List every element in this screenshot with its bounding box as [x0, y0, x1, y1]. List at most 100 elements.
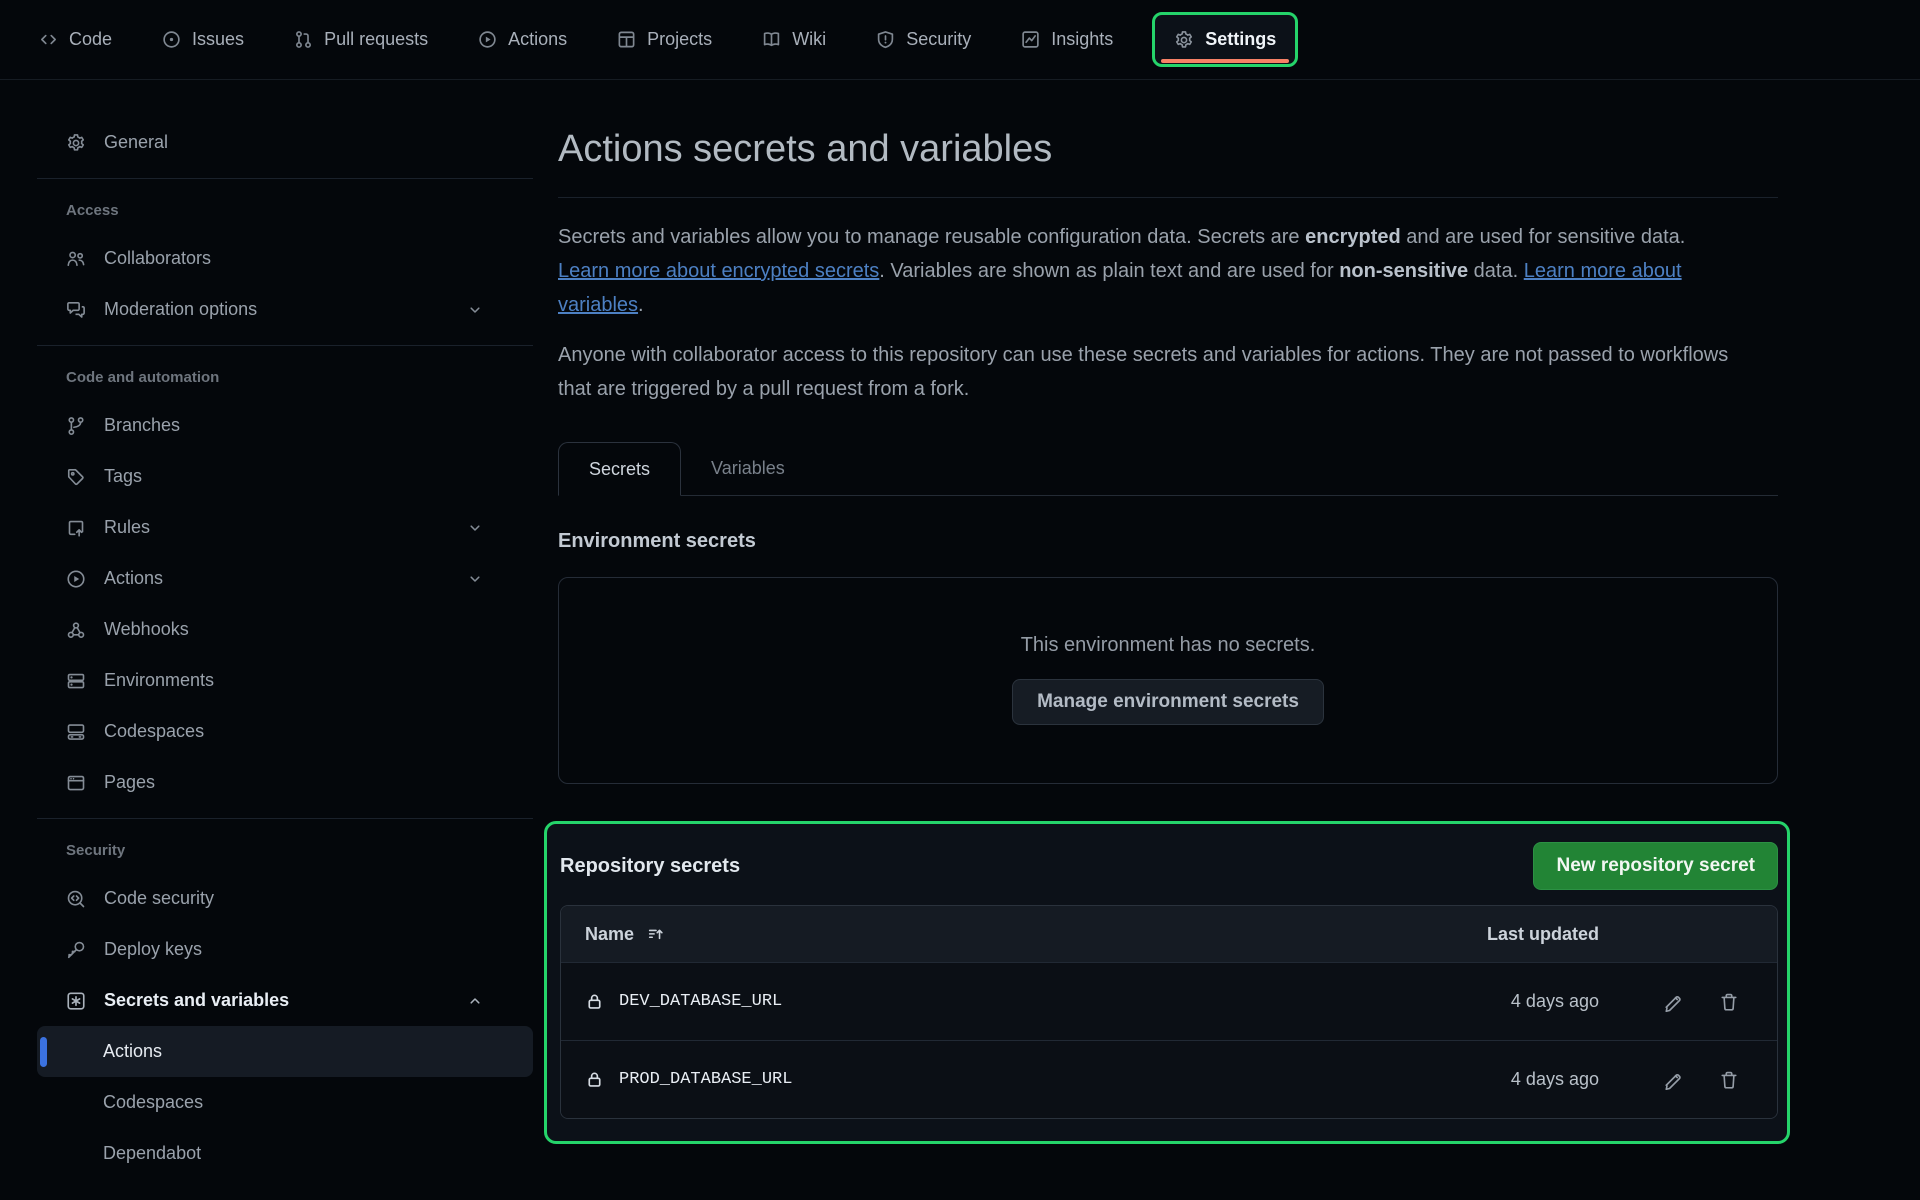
description-text: Secrets and variables allow you to manag… [558, 226, 1305, 248]
sidebar-item-label: Rules [104, 517, 150, 538]
codespaces-icon [66, 722, 86, 742]
sidebar-item-label: Webhooks [104, 619, 189, 640]
sidebar-item-actions[interactable]: Actions [37, 553, 533, 604]
sidebar-subitem-actions[interactable]: Actions [37, 1026, 533, 1077]
trash-icon[interactable] [1719, 992, 1739, 1012]
sort-ascending-icon[interactable] [647, 926, 664, 943]
sidebar-divider [37, 345, 533, 346]
secret-name: PROD_DATABASE_URL [619, 1070, 792, 1089]
nav-tab-code[interactable]: Code [14, 0, 137, 79]
tab-secrets[interactable]: Secrets [558, 442, 681, 496]
sidebar-subitem-dependabot[interactable]: Dependabot [37, 1128, 533, 1179]
title-divider [558, 197, 1778, 198]
nav-tab-label: Issues [192, 29, 244, 50]
pencil-icon[interactable] [1663, 992, 1683, 1012]
sidebar-subitem-label: Codespaces [103, 1092, 203, 1113]
sidebar-item-pages[interactable]: Pages [37, 757, 533, 808]
sidebar-item-tags[interactable]: Tags [37, 451, 533, 502]
git-pull-request-icon [294, 30, 313, 49]
description-bold: non-sensitive [1339, 260, 1468, 282]
nav-tab-insights[interactable]: Insights [996, 0, 1138, 79]
sidebar-item-environments[interactable]: Environments [37, 655, 533, 706]
nav-tab-security[interactable]: Security [851, 0, 996, 79]
sidebar-item-label: Moderation options [104, 299, 257, 320]
table-icon [617, 30, 636, 49]
chevron-down-icon [465, 302, 485, 318]
description-text: data. [1468, 260, 1524, 282]
code-icon [39, 30, 58, 49]
webhook-icon [66, 620, 86, 640]
sidebar-item-moderation-options[interactable]: Moderation options [37, 284, 533, 335]
sidebar-divider [37, 178, 533, 179]
sidebar-item-branches[interactable]: Branches [37, 400, 533, 451]
nav-tab-pull-requests[interactable]: Pull requests [269, 0, 453, 79]
sidebar-item-codespaces[interactable]: Codespaces [37, 706, 533, 757]
nav-tab-wiki[interactable]: Wiki [737, 0, 851, 79]
sidebar-item-general[interactable]: General [37, 117, 533, 168]
trash-icon[interactable] [1719, 1070, 1739, 1090]
git-branch-icon [66, 416, 86, 436]
settings-sidebar: General Access Collaborators Moderation … [37, 117, 533, 1179]
book-icon [762, 30, 781, 49]
repository-secrets-heading: Repository secrets [560, 855, 740, 878]
table-row: DEV_DATABASE_URL 4 days ago [561, 962, 1777, 1040]
key-icon [66, 940, 86, 960]
secret-name: DEV_DATABASE_URL [619, 992, 782, 1011]
settings-annotation-box[interactable]: Settings [1152, 12, 1298, 67]
lock-icon [585, 1070, 604, 1089]
nav-tab-label: Security [906, 29, 971, 50]
manage-environment-secrets-button[interactable]: Manage environment secrets [1012, 679, 1324, 725]
tab-variables[interactable]: Variables [681, 442, 815, 495]
nav-tab-label: Code [69, 29, 112, 50]
sidebar-item-label: Collaborators [104, 248, 211, 269]
sidebar-item-code-security[interactable]: Code security [37, 873, 533, 924]
table-header-row: Name Last updated [561, 906, 1777, 962]
sidebar-item-collaborators[interactable]: Collaborators [37, 233, 533, 284]
sidebar-item-deploy-keys[interactable]: Deploy keys [37, 924, 533, 975]
page-title: Actions secrets and variables [558, 128, 1778, 171]
sidebar-item-rules[interactable]: Rules [37, 502, 533, 553]
nav-tab-issues[interactable]: Issues [137, 0, 269, 79]
chevron-up-icon [465, 993, 485, 1009]
sidebar-item-label: Deploy keys [104, 939, 202, 960]
asterisk-box-icon [66, 991, 86, 1011]
pencil-icon[interactable] [1663, 1070, 1683, 1090]
rule-icon [66, 518, 86, 538]
sidebar-subitem-label: Dependabot [103, 1143, 201, 1164]
secrets-variables-tabbar: Secrets Variables [558, 442, 1778, 496]
nav-tab-actions[interactable]: Actions [453, 0, 592, 79]
lock-icon [585, 992, 604, 1011]
sidebar-subitem-codespaces[interactable]: Codespaces [37, 1077, 533, 1128]
sidebar-item-webhooks[interactable]: Webhooks [37, 604, 533, 655]
gear-icon [1174, 30, 1194, 50]
sidebar-item-label: Actions [104, 568, 163, 589]
play-icon [66, 569, 86, 589]
empty-environment-message: This environment has no secrets. [1021, 634, 1316, 657]
sidebar-item-label: Pages [104, 772, 155, 793]
tag-icon [66, 467, 86, 487]
new-repository-secret-button[interactable]: New repository secret [1533, 842, 1778, 890]
shield-icon [876, 30, 895, 49]
sidebar-item-label: Secrets and variables [104, 990, 289, 1011]
last-updated-column-header: Last updated [1487, 924, 1599, 945]
play-icon [478, 30, 497, 49]
chevron-down-icon [465, 571, 485, 587]
repository-secrets-header: Repository secrets New repository secret [560, 842, 1778, 890]
encrypted-secrets-link[interactable]: Learn more about encrypted secrets [558, 260, 879, 282]
sidebar-item-secrets-and-variables[interactable]: Secrets and variables [37, 975, 533, 1026]
description-text: . [638, 294, 644, 316]
name-column-header: Name [585, 924, 634, 945]
main-content: Actions secrets and variables Secrets an… [558, 80, 1778, 1144]
nav-tab-projects[interactable]: Projects [592, 0, 737, 79]
sidebar-divider [37, 818, 533, 819]
nav-tab-settings: Settings [1205, 29, 1276, 50]
collaborator-access-note: Anyone with collaborator access to this … [558, 338, 1738, 406]
description-text: and are used for sensitive data. [1401, 226, 1686, 248]
chevron-down-icon [465, 520, 485, 536]
nav-tab-label: Projects [647, 29, 712, 50]
active-tab-underline [1161, 59, 1289, 63]
secret-last-updated: 4 days ago [1511, 1069, 1599, 1090]
sidebar-item-label: Tags [104, 466, 142, 487]
repository-secrets-annotation-box: Repository secrets New repository secret… [544, 821, 1790, 1144]
browser-icon [66, 773, 86, 793]
